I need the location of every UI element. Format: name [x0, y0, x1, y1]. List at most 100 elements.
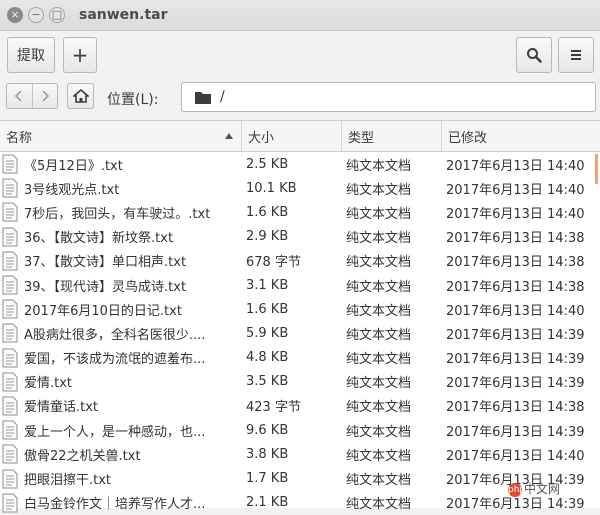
chevron-left-icon — [15, 90, 22, 102]
location-label: 位置(L): — [107, 92, 159, 108]
file-type: 纯文本文档 — [346, 448, 412, 464]
text-document-icon — [2, 420, 18, 440]
file-modified: 2017年6月13日 14:39 — [446, 376, 585, 392]
file-row[interactable]: A股病灶很多，全科名医很少.... 5.9 KB 纯文本文档 2017年6月13日 1… — [0, 321, 600, 345]
column-header-name[interactable]: 名称 — [0, 121, 242, 151]
file-name: 傲骨22之机关兽.txt — [24, 448, 141, 464]
file-size: 3.8 KB — [246, 446, 289, 462]
file-modified: 2017年6月13日 14:39 — [446, 327, 585, 343]
location-bar: 位置(L): / — [0, 81, 600, 121]
file-name: 37、【散文诗】单口相声.txt — [24, 255, 187, 271]
file-type: 纯文本文档 — [346, 400, 412, 416]
file-name-cell: 白马金铃作文｜培养写作人才... — [0, 493, 242, 513]
column-header-name-label: 名称 — [6, 130, 33, 146]
back-button[interactable] — [7, 84, 33, 108]
scrollbar-indicator[interactable] — [595, 154, 598, 184]
file-modified: 2017年6月13日 14:40 — [446, 206, 585, 222]
file-row[interactable]: 37、【散文诗】单口相声.txt 678 字节 纯文本文档 2017年6月13日 14… — [0, 249, 600, 273]
extract-button[interactable]: 提取 — [7, 37, 55, 73]
column-header-size-label: 大小 — [248, 130, 275, 146]
file-name-cell: 7秒后，我回头，有车驶过。.txt — [0, 202, 242, 222]
file-name: A股病灶很多，全科名医很少.... — [24, 327, 206, 343]
file-row[interactable]: 爱上一个人，是一种感动，也... 9.6 KB 纯文本文档 2017年6月13日 14… — [0, 418, 600, 442]
file-type: 纯文本文档 — [346, 327, 412, 343]
home-button[interactable] — [67, 83, 94, 109]
file-modified: 2017年6月13日 14:40 — [446, 448, 585, 464]
location-input[interactable]: / — [181, 82, 596, 112]
text-document-icon — [2, 227, 18, 247]
home-icon — [72, 89, 89, 103]
file-size: 4.8 KB — [246, 350, 289, 366]
add-files-button[interactable]: + — [63, 37, 97, 73]
file-name: 《5月12日》.txt — [24, 158, 123, 174]
file-row[interactable]: 爱情童话.txt 423 字节 纯文本文档 2017年6月13日 14:38 — [0, 394, 600, 418]
menu-button[interactable] — [558, 37, 594, 73]
column-header-modified-label: 已修改 — [448, 130, 488, 146]
file-type: 纯文本文档 — [346, 473, 412, 489]
window-title: sanwen.tar — [79, 7, 168, 23]
text-document-icon — [2, 493, 18, 513]
column-header-type[interactable]: 类型 — [342, 121, 442, 151]
file-size: 9.6 KB — [246, 422, 289, 438]
search-button[interactable] — [516, 37, 552, 73]
navigation-buttons — [6, 83, 58, 109]
sort-ascending-icon — [225, 133, 233, 139]
forward-button[interactable] — [33, 84, 58, 108]
file-name: 39、【现代诗】灵鸟成诗.txt — [24, 279, 187, 295]
file-size: 3.5 KB — [246, 374, 289, 390]
file-type: 纯文本文档 — [346, 424, 412, 440]
file-name-cell: 爱情.txt — [0, 372, 242, 392]
file-type: 纯文本文档 — [346, 279, 412, 295]
file-list: 名称 大小 类型 已修改 《5月12日》.txt 2.5 KB 纯文本文档 2017年… — [0, 120, 600, 513]
file-row[interactable]: 傲骨22之机关兽.txt 3.8 KB 纯文本文档 2017年6月13日 14:40 — [0, 442, 600, 466]
file-name-cell: A股病灶很多，全科名医很少.... — [0, 323, 242, 343]
file-size: 3.1 KB — [246, 277, 289, 293]
file-type: 纯文本文档 — [346, 352, 412, 368]
file-name: 36、【散文诗】新坟祭.txt — [24, 231, 174, 247]
file-modified: 2017年6月13日 14:39 — [446, 352, 585, 368]
text-document-icon — [2, 178, 18, 198]
file-name-cell: 爱国，不该成为流氓的遮羞布... — [0, 348, 242, 368]
file-size: 678 字节 — [246, 255, 301, 271]
search-icon — [527, 48, 542, 63]
file-row[interactable]: 爱国，不该成为流氓的遮羞布... 4.8 KB 纯文本文档 2017年6月13日 14… — [0, 346, 600, 370]
maximize-window-icon[interactable]: □ — [49, 7, 65, 23]
location-path: / — [220, 89, 225, 105]
file-type: 纯文本文档 — [346, 303, 412, 319]
file-row[interactable]: 7秒后，我回头，有车驶过。.txt 1.6 KB 纯文本文档 2017年6月13日 1… — [0, 200, 600, 224]
file-row[interactable]: 36、【散文诗】新坟祭.txt 2.9 KB 纯文本文档 2017年6月13日 14:… — [0, 225, 600, 249]
file-size: 2.9 KB — [246, 229, 289, 245]
file-row[interactable]: 爱情.txt 3.5 KB 纯文本文档 2017年6月13日 14:39 — [0, 370, 600, 394]
column-header-size[interactable]: 大小 — [242, 121, 342, 151]
column-header-modified[interactable]: 已修改 — [442, 121, 600, 151]
file-row[interactable]: 3号线观光点.txt 10.1 KB 纯文本文档 2017年6月13日 14:40 — [0, 176, 600, 200]
file-name: 7秒后，我回头，有车驶过。.txt — [24, 206, 211, 222]
toolbar: 提取 + — [0, 31, 600, 81]
file-modified: 2017年6月13日 14:38 — [446, 231, 585, 247]
minimize-window-icon[interactable]: − — [28, 7, 44, 23]
file-type: 纯文本文档 — [346, 255, 412, 271]
title-bar: × − □ sanwen.tar — [0, 0, 600, 31]
file-row[interactable]: 2017年6月10日的日记.txt 1.6 KB 纯文本文档 2017年6月13日 1… — [0, 297, 600, 321]
file-size: 1.6 KB — [246, 204, 289, 220]
file-name-cell: 爱上一个人，是一种感动，也... — [0, 420, 242, 440]
file-name-cell: 3号线观光点.txt — [0, 178, 242, 198]
file-row[interactable]: 39、【现代诗】灵鸟成诗.txt 3.1 KB 纯文本文档 2017年6月13日 14… — [0, 273, 600, 297]
file-rows: 《5月12日》.txt 2.5 KB 纯文本文档 2017年6月13日 14:40 3号… — [0, 152, 600, 515]
file-modified: 2017年6月13日 14:38 — [446, 400, 585, 416]
file-size: 423 字节 — [246, 400, 301, 416]
file-modified: 2017年6月13日 14:40 — [446, 303, 585, 319]
file-size: 10.1 KB — [246, 180, 297, 196]
file-name: 爱情.txt — [24, 376, 73, 392]
text-document-icon — [2, 444, 18, 464]
file-name: 3号线观光点.txt — [24, 182, 120, 198]
file-modified: 2017年6月13日 14:38 — [446, 279, 585, 295]
close-window-icon[interactable]: × — [7, 7, 23, 23]
text-document-icon — [2, 348, 18, 368]
text-document-icon — [2, 299, 18, 319]
file-row[interactable]: 《5月12日》.txt 2.5 KB 纯文本文档 2017年6月13日 14:40 — [0, 152, 600, 176]
file-name-cell: 《5月12日》.txt — [0, 154, 242, 174]
file-name: 爱情童话.txt — [24, 400, 99, 416]
file-name-cell: 39、【现代诗】灵鸟成诗.txt — [0, 275, 242, 295]
text-document-icon — [2, 275, 18, 295]
